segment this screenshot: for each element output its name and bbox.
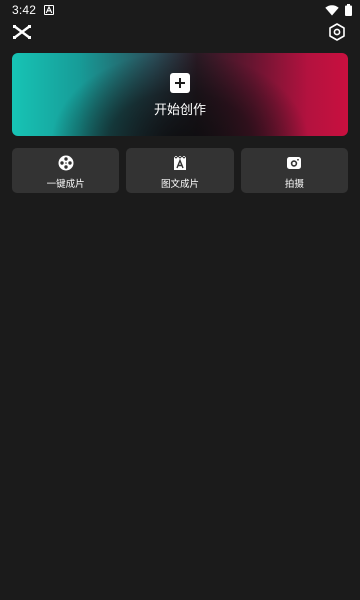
text-image-icon: [171, 154, 189, 172]
notification-a-icon: [44, 5, 55, 15]
status-bar: 3:42: [0, 0, 360, 20]
settings-hexagon-icon[interactable]: [327, 22, 347, 42]
one-click-video-button[interactable]: 一键成片: [12, 148, 120, 193]
shoot-label: 拍摄: [284, 179, 304, 190]
text-to-video-label: 图文成片: [160, 179, 199, 190]
film-reel-icon: [57, 154, 75, 172]
quick-actions: 一键成片 图文成片 拍摄: [12, 148, 348, 193]
capcut-logo-icon[interactable]: [12, 23, 32, 41]
start-creating-label: 开始创作: [153, 103, 206, 118]
battery-icon: [345, 4, 352, 16]
camera-icon: [285, 154, 303, 172]
start-creating-button[interactable]: 开始创作: [12, 53, 348, 136]
one-click-video-label: 一键成片: [46, 179, 85, 190]
top-bar: [0, 20, 360, 44]
status-time: 3:42: [12, 3, 37, 17]
status-icons: [325, 4, 352, 16]
shoot-button[interactable]: 拍摄: [240, 148, 348, 193]
text-to-video-button[interactable]: 图文成片: [126, 148, 234, 193]
plus-icon: [170, 73, 190, 93]
wifi-icon: [325, 4, 339, 15]
